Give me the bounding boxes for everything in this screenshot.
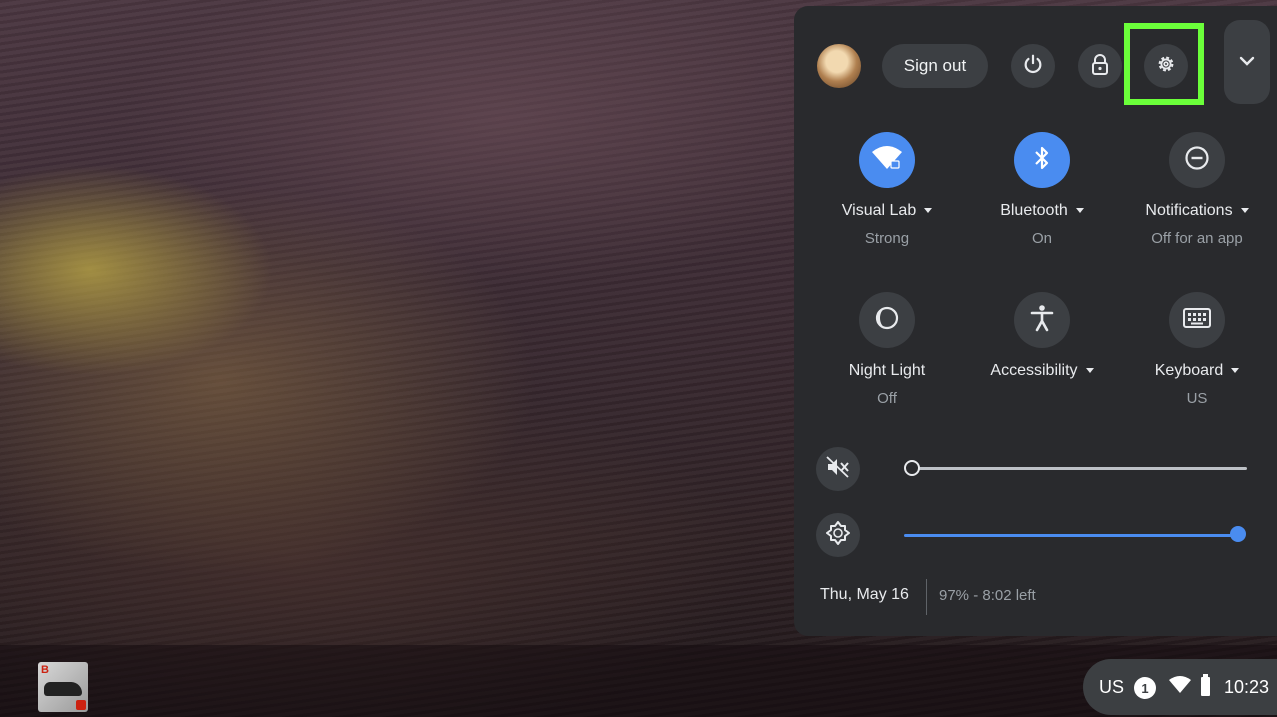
tile-bluetooth[interactable]: Bluetooth On [967,132,1117,247]
app-badge-label: B [41,664,49,676]
wifi-icon [872,145,902,176]
notification-count-badge: 1 [1134,677,1156,699]
bluetooth-toggle[interactable] [1014,132,1070,188]
volume-slider-thumb[interactable] [904,460,920,476]
status-tray[interactable]: US 1 10:23 [1083,659,1277,715]
clock-time: 10:23 [1224,677,1270,697]
night-light-icon [874,305,900,336]
tile-label: Accessibility [967,362,1117,380]
tile-label: Night Light [848,362,926,379]
tile-label: Notifications [1122,202,1272,220]
sign-out-button[interactable]: Sign out [882,44,988,88]
collapse-button[interactable] [1224,20,1270,104]
brightness-icon [826,520,850,550]
user-avatar[interactable] [817,44,861,88]
tile-sublabel: US [1186,390,1208,407]
power-icon [1022,53,1044,80]
chevron-down-icon [1239,53,1255,71]
tile-sublabel: Off for an app [1151,230,1243,247]
do-not-disturb-icon [1184,145,1210,176]
tile-wifi[interactable]: Visual Lab Strong [812,132,962,247]
wifi-icon [1169,675,1191,700]
notifications-toggle[interactable] [1169,132,1225,188]
lock-button[interactable] [1078,44,1122,88]
tile-night-light[interactable]: Night Light Off [812,292,962,407]
brightness-button[interactable] [816,513,860,557]
app-corner-badge [76,700,86,710]
settings-highlight-box [1124,23,1204,105]
volume-muted-icon [826,455,850,483]
tile-accessibility[interactable]: Accessibility [967,292,1117,390]
tile-keyboard[interactable]: Keyboard US [1122,292,1272,407]
brightness-slider-track[interactable] [904,534,1238,537]
date-button[interactable]: Thu, May 16 [820,586,909,604]
volume-mute-button[interactable] [816,447,860,491]
bluetooth-icon [1032,145,1052,176]
tile-label: Visual Lab [812,202,962,220]
tile-label: Bluetooth [967,202,1117,220]
accessibility-toggle[interactable] [1014,292,1070,348]
battery-status: 97% - 8:02 left [939,587,1036,604]
lock-icon [1090,53,1110,80]
shelf-app-icon[interactable]: B [38,662,88,712]
tile-label: Keyboard [1122,362,1272,380]
keyboard-icon [1183,307,1211,333]
ime-indicator: US [1099,677,1125,697]
car-icon [44,682,82,696]
accessibility-icon [1030,304,1054,337]
tile-sublabel: On [1031,230,1052,247]
keyboard-toggle[interactable] [1169,292,1225,348]
wifi-toggle[interactable] [859,132,915,188]
battery-icon [1201,674,1210,696]
tile-sublabel: Strong [864,230,910,247]
quick-settings-panel: Sign out Visual Lab Strong Bluetooth On … [794,6,1277,636]
brightness-slider-thumb[interactable] [1230,526,1246,542]
tile-notifications[interactable]: Notifications Off for an app [1122,132,1272,247]
night-light-toggle[interactable] [859,292,915,348]
tile-sublabel: Off [877,390,897,407]
volume-slider-track[interactable] [912,467,1247,470]
divider [926,579,927,615]
power-button[interactable] [1011,44,1055,88]
